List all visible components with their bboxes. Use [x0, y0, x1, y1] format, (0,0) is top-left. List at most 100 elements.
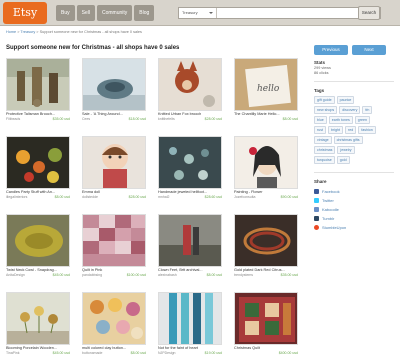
item-thumbnail[interactable]: [6, 292, 70, 345]
list-item[interactable]: Twist Neck Cowl - Snapdrag... AnitaDesig…: [6, 214, 70, 277]
search-button[interactable]: Search: [358, 6, 380, 20]
item-title[interactable]: Clown Feet, Brtt archival...: [158, 268, 222, 272]
share-facebook[interactable]: Facebook: [314, 187, 394, 196]
item-thumbnail[interactable]: [82, 214, 146, 267]
list-item[interactable]: Christmas Quilt $400.00 usd: [234, 292, 298, 355]
item-shop[interactable]: Jozefconsulta: [234, 195, 255, 199]
etsy-logo[interactable]: Etsy: [3, 2, 47, 24]
tag-chip[interactable]: jewelry: [337, 146, 355, 154]
tag-chip[interactable]: new shops: [314, 106, 338, 114]
item-shop[interactable]: illegalinteriors: [6, 195, 27, 199]
item-title[interactable]: Emma doll: [82, 190, 146, 194]
item-shop[interactable]: TinaPink: [6, 351, 20, 355]
list-item[interactable]: hello The Chantilly Marie Hello... $8.00…: [234, 58, 298, 121]
item-thumbnail[interactable]: hello: [234, 58, 298, 111]
item-title[interactable]: Protective Talisman Brooch...: [6, 112, 70, 116]
item-price: $8.00 usd: [282, 117, 298, 121]
item-title[interactable]: Painting - Flower: [234, 190, 298, 194]
item-shop[interactable]: Flitbeads: [6, 117, 20, 121]
tag-chip[interactable]: green: [354, 116, 370, 124]
tag-chip[interactable]: tfn: [362, 106, 373, 114]
item-shop[interactable]: mnhal2: [158, 195, 169, 199]
tag-chip[interactable]: christmas gifts: [333, 136, 363, 144]
share-stumbleupon[interactable]: StumbleUpon: [314, 223, 394, 232]
tag-chip[interactable]: discovery: [339, 106, 361, 114]
item-shop[interactable]: dollstedde: [82, 195, 98, 199]
list-item[interactable]: Quilt in Pink pandabbsing $100.00 usd: [82, 214, 146, 277]
item-title[interactable]: Gold plated Dark Red Citrus...: [234, 268, 298, 272]
item-shop[interactable]: buttonamade: [82, 351, 102, 355]
tag-chip[interactable]: gift guide: [314, 96, 335, 104]
item-thumbnail[interactable]: [6, 58, 70, 111]
breadcrumb-home[interactable]: Home: [6, 30, 16, 34]
item-shop[interactable]: Cees: [82, 117, 90, 121]
nav-sell[interactable]: Sell: [76, 5, 95, 21]
item-shop[interactable]: alexinabash: [158, 273, 177, 277]
search-category-select[interactable]: Treasury: [179, 8, 217, 18]
tag-chip[interactable]: christmas: [314, 146, 336, 154]
list-item[interactable]: Gold plated Dark Red Citrus... trendyste…: [234, 214, 298, 277]
tag-chip[interactable]: blue: [314, 116, 327, 124]
item-title[interactable]: multi colored clay button...: [82, 346, 146, 350]
item-thumbnail[interactable]: [82, 58, 146, 111]
search-input[interactable]: [219, 9, 349, 17]
item-title[interactable]: Not for the faint of heart: [158, 346, 222, 350]
item-shop[interactable]: knitthefelts: [158, 117, 175, 121]
list-item[interactable]: multi colored clay button... buttonamade…: [82, 292, 146, 355]
list-item[interactable]: Handmade jeweled hellfoot... mnhal2 $28.6…: [158, 136, 222, 199]
tag-chip[interactable]: earth tones: [328, 116, 353, 124]
list-item[interactable]: Blooming Porcelain Wooden... TinaPink $45…: [6, 292, 70, 355]
item-title[interactable]: Sale - 'A Thing Around...: [82, 112, 146, 116]
list-item[interactable]: Emma doll dollstedde $28.00 usd: [82, 136, 146, 199]
share-kaboodle[interactable]: Kaboodle: [314, 205, 394, 214]
item-shop[interactable]: NJPDesign: [158, 351, 176, 355]
item-thumbnail[interactable]: [82, 136, 146, 189]
item-thumbnail[interactable]: [158, 58, 222, 111]
share-tumblr[interactable]: Tumblr: [314, 214, 394, 223]
list-item[interactable]: Sale - 'A Thing Around... Cees $18.00 usd: [82, 58, 146, 121]
item-title[interactable]: The Chantilly Marie Hello...: [234, 112, 298, 116]
item-title[interactable]: Blooming Porcelain Wooden...: [6, 346, 70, 350]
item-title[interactable]: Candles Party Stuff with An...: [6, 190, 70, 194]
item-thumbnail[interactable]: [158, 292, 222, 345]
item-title[interactable]: Knitted Urban Fox brooch: [158, 112, 222, 116]
item-shop[interactable]: AnitaDesign: [6, 273, 25, 277]
previous-button[interactable]: Previous: [314, 45, 348, 55]
item-title[interactable]: Handmade jeweled hellfoot...: [158, 190, 222, 194]
item-thumbnail[interactable]: [234, 292, 298, 345]
item-thumbnail[interactable]: [82, 292, 146, 345]
nav-buy[interactable]: Buy: [56, 5, 75, 21]
tag-chip[interactable]: rust: [314, 126, 326, 134]
list-item[interactable]: Clown Feet, Brtt archival... alexinabash…: [158, 214, 222, 277]
list-item[interactable]: Candles Party Stuff with An... illegalin…: [6, 136, 70, 199]
tag-chip[interactable]: fashion: [358, 126, 376, 134]
item-title[interactable]: Twist Neck Cowl - Snapdrag...: [6, 268, 70, 272]
next-button[interactable]: Next: [352, 45, 386, 55]
breadcrumb-treasury[interactable]: Treasury: [20, 30, 35, 34]
share-twitter[interactable]: Twitter: [314, 196, 394, 205]
item-thumbnail[interactable]: [6, 136, 70, 189]
nav-community[interactable]: Community: [96, 5, 133, 21]
item-shop[interactable]: pandabbsing: [82, 273, 102, 277]
item-shop[interactable]: trendystems: [234, 273, 253, 277]
item-thumbnail[interactable]: [6, 214, 70, 267]
item-thumbnail[interactable]: [234, 136, 298, 189]
item-price: $35.00 usd: [52, 117, 70, 121]
list-item[interactable]: Painting - Flower Jozefconsulta $90.00 us…: [234, 136, 298, 199]
item-thumbnail[interactable]: [234, 214, 298, 267]
tag-chip[interactable]: vintage: [314, 136, 332, 144]
tag-chip[interactable]: turquoise: [314, 156, 335, 164]
views-count: 299 views: [314, 66, 331, 70]
list-item[interactable]: Knitted Urban Fox brooch knitthefelts $28…: [158, 58, 222, 121]
tag-chip[interactable]: bright: [328, 126, 343, 134]
item-title[interactable]: Christmas Quilt: [234, 346, 298, 350]
item-title[interactable]: Quilt in Pink: [82, 268, 146, 272]
tag-chip[interactable]: red: [345, 126, 357, 134]
item-thumbnail[interactable]: [158, 136, 222, 189]
list-item[interactable]: Protective Talisman Brooch... Flitbeads $…: [6, 58, 70, 121]
tag-chip[interactable]: gold: [336, 156, 350, 164]
list-item[interactable]: Not for the faint of heart NJPDesign $19.…: [158, 292, 222, 355]
item-thumbnail[interactable]: [158, 214, 222, 267]
tag-chip[interactable]: paurice: [336, 96, 355, 104]
nav-blog[interactable]: Blog: [134, 5, 155, 21]
